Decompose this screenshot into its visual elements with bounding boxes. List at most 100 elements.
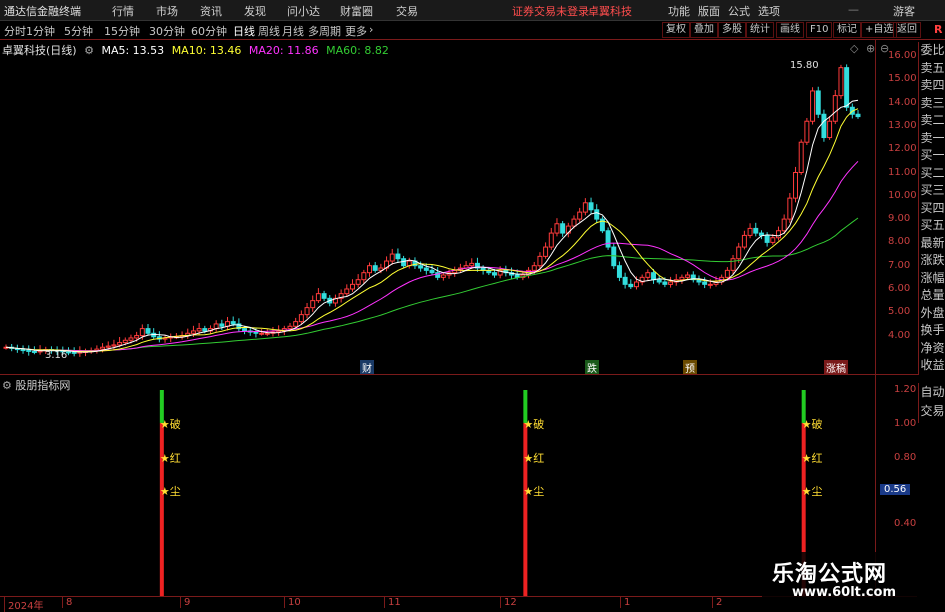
menu-item-discover[interactable]: 发现 <box>244 3 266 19</box>
candle-body <box>310 300 316 309</box>
draw-line-button[interactable]: 画线 <box>776 22 804 38</box>
side-panel-item[interactable]: 委比 <box>919 42 945 60</box>
side-panel-item[interactable]: 净资 <box>919 340 945 358</box>
price-tick-label: 12.00 <box>888 143 917 155</box>
candle-body <box>31 350 37 353</box>
menu-item-function[interactable]: 功能 <box>668 3 690 19</box>
candle-body <box>588 202 594 211</box>
side-panel-item[interactable]: 总量 <box>919 287 945 305</box>
period-15min[interactable]: 15分钟 <box>104 23 140 39</box>
side-panel-item[interactable]: 买二 <box>919 165 945 183</box>
candle-body <box>770 237 776 243</box>
signal-label: ★尘 <box>802 485 823 498</box>
period-monthly[interactable]: 月线 <box>282 23 304 39</box>
side-panel-item[interactable]: 最新 <box>919 235 945 253</box>
menu-item-layout[interactable]: 版面 <box>698 3 720 19</box>
candle-body <box>832 95 838 122</box>
candle-body <box>293 321 299 327</box>
chevron-right-icon[interactable]: › <box>369 23 373 36</box>
event-tag-forecast[interactable]: 预 <box>683 360 697 375</box>
candle-body <box>855 113 861 118</box>
menu-item-ask[interactable]: 问小达 <box>287 3 320 19</box>
ma10-line <box>5 108 859 352</box>
side-panel-item[interactable]: 外盘 <box>919 305 945 323</box>
add-watchlist-button[interactable]: +自选 <box>861 22 898 38</box>
period-30min[interactable]: 30分钟 <box>149 23 185 39</box>
side-panel-item[interactable]: 卖一 <box>919 130 945 148</box>
side-panel-item[interactable]: 换手 <box>919 322 945 340</box>
period-multi[interactable]: 多周期 <box>308 23 341 39</box>
period-daily[interactable]: 日线 <box>233 23 255 39</box>
candle-body <box>730 258 736 271</box>
low-price-label: 3.16 <box>45 350 67 361</box>
candlestick-chart[interactable]: 15.80 3.16 <box>0 40 917 376</box>
menu-item-trade[interactable]: 交易 <box>396 3 418 19</box>
top-menu-bar: 通达信金融终端 行情 市场 资讯 发现 问小达 财富圈 交易 证券交易未登录 卓… <box>0 0 945 21</box>
candle-body <box>469 262 475 267</box>
guest-label[interactable]: 游客 <box>893 3 915 19</box>
menu-item-news[interactable]: 资讯 <box>200 3 222 19</box>
candle-body <box>679 276 685 281</box>
auto-trade-panel[interactable]: 自动 交易 <box>918 383 945 423</box>
period-60min[interactable]: 60分钟 <box>191 23 227 39</box>
event-tag-finance[interactable]: 财 <box>360 360 374 375</box>
period-weekly[interactable]: 周线 <box>258 23 280 39</box>
side-panel-item[interactable]: 涨跌 <box>919 252 945 270</box>
candle-body <box>594 209 600 220</box>
side-panel-item[interactable]: 买四 <box>919 200 945 218</box>
period-more[interactable]: 更多 <box>345 23 367 39</box>
side-panel-item[interactable]: 卖三 <box>919 95 945 113</box>
statistics-button[interactable]: 统计 <box>746 22 774 38</box>
candle-body <box>349 283 355 290</box>
event-tag-drop[interactable]: 跌 <box>585 360 599 375</box>
mark-button[interactable]: 标记 <box>833 22 861 38</box>
side-panel-item[interactable]: 买一 <box>919 147 945 165</box>
ma60-line <box>5 217 859 352</box>
menu-item-formula[interactable]: 公式 <box>728 3 750 19</box>
side-panel-item[interactable]: 卖五 <box>919 60 945 78</box>
overlay-button[interactable]: 叠加 <box>690 22 718 38</box>
candle-body <box>537 255 543 267</box>
candle-body <box>560 223 566 234</box>
candle-body <box>827 120 833 139</box>
menu-item-wealth[interactable]: 财富圈 <box>340 3 373 19</box>
back-button[interactable]: 返回 <box>893 22 921 38</box>
period-5min[interactable]: 5分钟 <box>64 23 93 39</box>
candle-body <box>344 288 350 295</box>
side-panel-item[interactable]: 买五 <box>919 217 945 235</box>
side-panel-item[interactable]: 卖二 <box>919 112 945 130</box>
candle-body <box>810 90 816 122</box>
minimize-icon[interactable]: — <box>848 3 859 16</box>
f10-button[interactable]: F10 <box>806 22 833 38</box>
candle-body <box>128 337 134 341</box>
side-panel-item[interactable]: 卖四 <box>919 77 945 95</box>
candle-body <box>668 281 674 285</box>
menu-item-market[interactable]: 市场 <box>156 3 178 19</box>
price-tick-label: 15.00 <box>888 73 917 85</box>
login-warning[interactable]: 证券交易未登录 <box>512 3 589 19</box>
period-intraday[interactable]: 分时 <box>4 23 26 39</box>
candle-body <box>582 202 588 213</box>
indicator-tick-label: 0.40 <box>894 518 917 529</box>
multi-stock-button[interactable]: 多股 <box>718 22 746 38</box>
side-panel-item[interactable]: 涨幅 <box>919 270 945 288</box>
price-tick-label: 10.00 <box>888 189 917 201</box>
event-tag-rise[interactable]: 涨稿 <box>824 360 848 375</box>
auto-trade-item[interactable]: 交易 <box>919 402 945 421</box>
restore-rights-button[interactable]: 复权 <box>662 22 690 38</box>
side-panel-item[interactable]: 买三 <box>919 182 945 200</box>
auto-trade-item[interactable]: 自动 <box>919 383 945 402</box>
candle-body <box>753 227 759 234</box>
signal-label: ★破 <box>523 417 544 431</box>
candle-body <box>361 272 367 281</box>
menu-item-options[interactable]: 选项 <box>758 3 780 19</box>
period-1min[interactable]: 1分钟 <box>26 23 55 39</box>
r-badge[interactable]: R <box>934 23 942 36</box>
candle-body <box>304 307 310 316</box>
candle-body <box>298 314 304 323</box>
candle-body <box>616 265 622 278</box>
side-panel-item[interactable]: 收益 <box>919 357 945 375</box>
candle-body <box>815 90 821 115</box>
menu-item-quotes[interactable]: 行情 <box>112 3 134 19</box>
candle-body <box>134 335 140 339</box>
